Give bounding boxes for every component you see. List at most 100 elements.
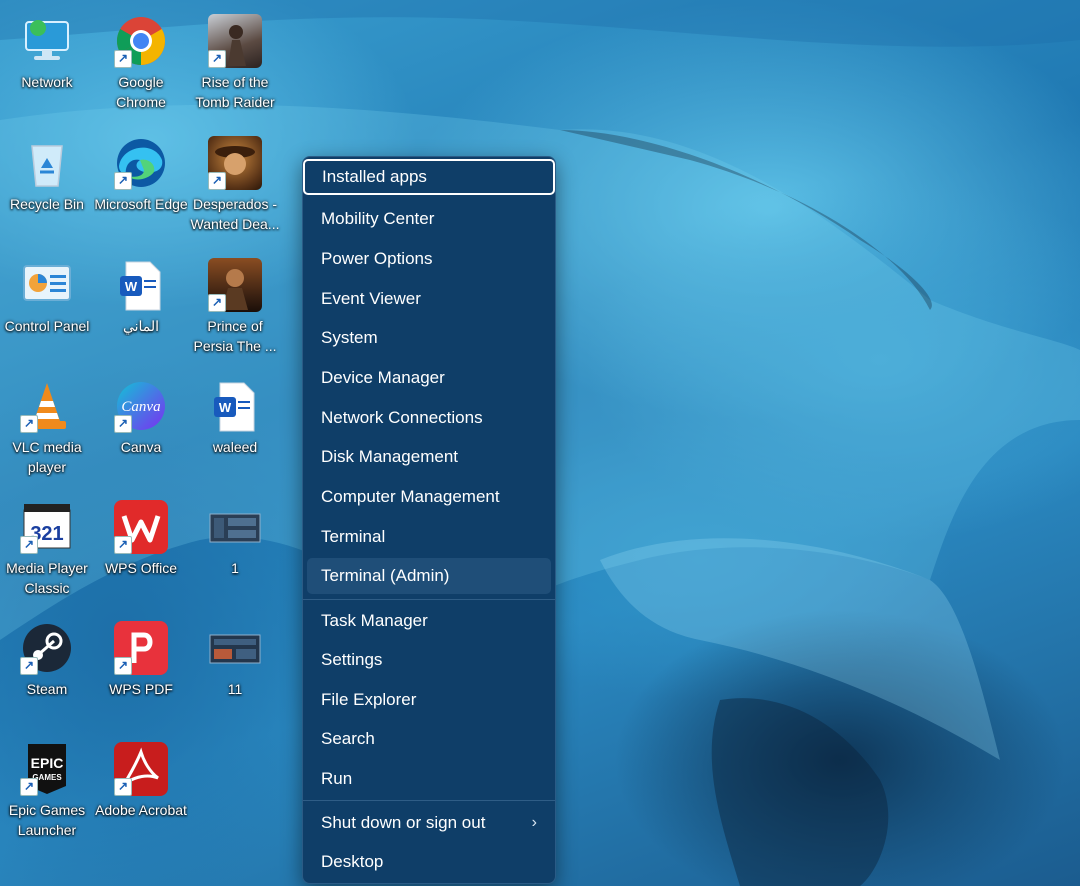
power-user-menu: Installed apps Mobility Center Power Opt… [302, 156, 556, 884]
menu-item-label: Search [321, 729, 375, 748]
menu-item-search[interactable]: Search [307, 721, 551, 757]
menu-item-label: Computer Management [321, 487, 500, 506]
desktop-icon-label: WPS PDF [109, 681, 173, 697]
menu-item-computer-management[interactable]: Computer Management [307, 479, 551, 515]
menu-item-label: Settings [321, 650, 383, 669]
desktop-icon-steam[interactable]: ↗ Steam [0, 621, 94, 699]
desktop-icon-label: 11 [227, 681, 243, 697]
menu-item-task-manager[interactable]: Task Manager [307, 603, 551, 639]
menu-item-label: File Explorer [321, 690, 417, 709]
menu-item-label: Event Viewer [321, 289, 421, 308]
menu-item-label: Terminal (Admin) [321, 566, 450, 585]
shortcut-arrow-icon: ↗ [114, 657, 132, 675]
menu-item-label: Installed apps [322, 167, 427, 186]
menu-item-desktop[interactable]: Desktop [307, 844, 551, 880]
desktop-icon-label: waleed [212, 439, 258, 455]
shortcut-arrow-icon: ↗ [20, 778, 38, 796]
menu-item-event-viewer[interactable]: Event Viewer [307, 281, 551, 317]
desktop-icon-control-panel[interactable]: Control Panel [0, 258, 94, 336]
menu-divider [303, 800, 555, 801]
canva-icon: Canva ↗ [114, 379, 168, 433]
desktop-icon-epic-games[interactable]: EPIC GAMES ↗ Epic Games Launcher [0, 742, 94, 840]
chrome-icon: ↗ [114, 14, 168, 68]
desktop-icon-label: Prince of Persia The ... [193, 318, 277, 354]
menu-item-label: Run [321, 769, 353, 788]
desktop-icon-label: Recycle Bin [10, 196, 84, 212]
menu-item-label: Mobility Center [321, 209, 435, 228]
menu-item-label: System [321, 328, 378, 347]
word-document-icon: W [114, 258, 168, 312]
menu-item-shut-down-or-sign-out[interactable]: Shut down or sign out › [307, 805, 551, 841]
shortcut-arrow-icon: ↗ [20, 536, 38, 554]
menu-item-device-manager[interactable]: Device Manager [307, 360, 551, 396]
shortcut-arrow-icon: ↗ [208, 172, 226, 190]
menu-item-label: Task Manager [321, 611, 428, 630]
menu-item-power-options[interactable]: Power Options [307, 241, 551, 277]
recycle-bin-icon [20, 136, 74, 190]
desktop-icon-recycle-bin[interactable]: Recycle Bin [0, 136, 94, 214]
menu-item-run[interactable]: Run [307, 761, 551, 797]
desktop-icon-label: Canva [120, 439, 162, 455]
desktop-icon-label: Adobe Acrobat [95, 802, 187, 818]
desktop-icon-label: Epic Games Launcher [8, 802, 86, 838]
desktop-icon-label: 1 [231, 560, 239, 576]
menu-item-label: Power Options [321, 249, 433, 268]
svg-text:Canva: Canva [121, 399, 160, 415]
vlc-icon: ↗ [20, 379, 74, 433]
desktop-icon-prince-of-persia[interactable]: ↗ Prince of Persia The ... [188, 258, 282, 356]
menu-item-system[interactable]: System [307, 320, 551, 356]
desktop-icon-vlc[interactable]: ↗ VLC media player [0, 379, 94, 477]
media-player-classic-icon: 321 ↗ [20, 500, 74, 554]
desktop-icon-label: VLC media player [12, 439, 82, 475]
epic-games-icon: EPIC GAMES ↗ [20, 742, 74, 796]
menu-item-settings[interactable]: Settings [307, 642, 551, 678]
shortcut-arrow-icon: ↗ [20, 657, 38, 675]
shortcut-arrow-icon: ↗ [20, 415, 38, 433]
shortcut-arrow-icon: ↗ [114, 778, 132, 796]
shortcut-arrow-icon: ↗ [114, 415, 132, 433]
tomb-raider-icon: ↗ [208, 14, 262, 68]
screenshot-thumbnail-icon [208, 621, 262, 675]
desktop-icon-network[interactable]: Network [0, 14, 94, 92]
desktop-icon-label: Network [21, 74, 73, 90]
desktop-icon-word-doc-2[interactable]: W waleed [188, 379, 282, 457]
desktop-icon-chrome[interactable]: ↗ Google Chrome [94, 14, 188, 112]
menu-item-mobility-center[interactable]: Mobility Center [307, 201, 551, 237]
desktop-icon-desperados[interactable]: ↗ Desperados - Wanted Dea... [188, 136, 282, 234]
desktop-icon-label: Rise of the Tomb Raider [195, 74, 275, 110]
menu-item-file-explorer[interactable]: File Explorer [307, 682, 551, 718]
svg-text:W: W [125, 279, 138, 294]
prince-of-persia-icon: ↗ [208, 258, 262, 312]
desktop-icon-label: WPS Office [104, 560, 178, 576]
desktop-icon-label: Steam [26, 681, 68, 697]
wps-office-icon: ↗ [114, 500, 168, 554]
menu-item-label: Desktop [321, 852, 384, 871]
shortcut-arrow-icon: ↗ [208, 294, 226, 312]
svg-text:W: W [219, 400, 232, 415]
screenshot-thumbnail-icon [208, 500, 262, 554]
desktop-icon-wps-pdf[interactable]: ↗ WPS PDF [94, 621, 188, 699]
desktop-icon-media-player-classic[interactable]: 321 ↗ Media Player Classic [0, 500, 94, 598]
desktop-icon-adobe-acrobat[interactable]: ↗ Adobe Acrobat [94, 742, 188, 820]
shortcut-arrow-icon: ↗ [114, 172, 132, 190]
desktop-icon-screenshot-11[interactable]: 11 [188, 621, 282, 699]
edge-icon: ↗ [114, 136, 168, 190]
desktop-icon-tomb-raider[interactable]: ↗ Rise of the Tomb Raider [188, 14, 282, 112]
control-panel-icon [20, 258, 74, 312]
menu-item-label: Device Manager [321, 368, 445, 387]
menu-item-installed-apps[interactable]: Installed apps [303, 159, 555, 195]
desperados-icon: ↗ [208, 136, 262, 190]
desktop-icon-wps-office[interactable]: ↗ WPS Office [94, 500, 188, 578]
menu-item-network-connections[interactable]: Network Connections [307, 400, 551, 436]
desktop-icon-screenshot-1[interactable]: 1 [188, 500, 282, 578]
desktop-icon-edge[interactable]: ↗ Microsoft Edge [94, 136, 188, 214]
network-icon [20, 14, 74, 68]
menu-item-terminal-admin[interactable]: Terminal (Admin) [307, 558, 551, 594]
desktop-icon-word-doc-1[interactable]: W الماني [94, 258, 188, 336]
menu-item-terminal[interactable]: Terminal [307, 519, 551, 555]
shortcut-arrow-icon: ↗ [114, 50, 132, 68]
menu-divider [303, 599, 555, 600]
desktop-icon-canva[interactable]: Canva ↗ Canva [94, 379, 188, 457]
desktop-icon-label: الماني [122, 318, 160, 334]
menu-item-disk-management[interactable]: Disk Management [307, 439, 551, 475]
